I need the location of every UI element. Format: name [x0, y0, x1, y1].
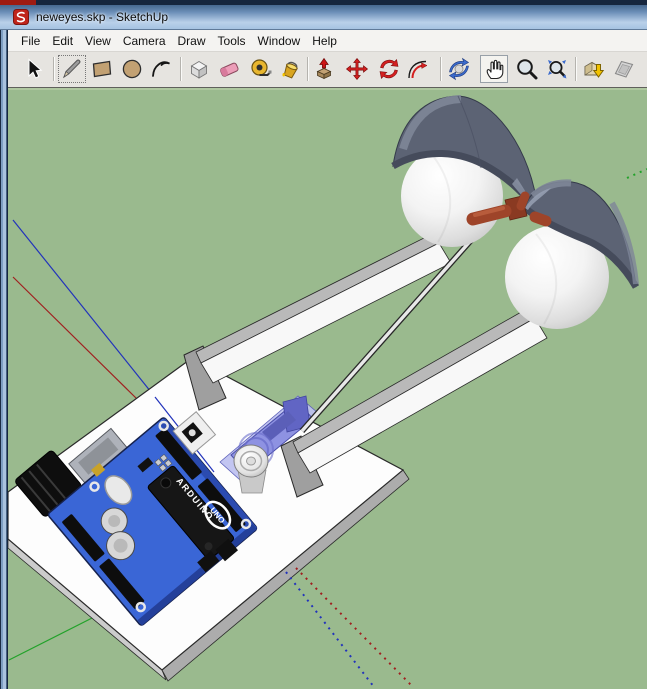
- zoom-tool-button[interactable]: [513, 55, 541, 83]
- toolbar-separator: [307, 57, 309, 81]
- push-pull-icon: [316, 57, 332, 80]
- toolbar-separator: [575, 57, 577, 81]
- pencil-icon: [63, 59, 81, 79]
- orbit-tool-button[interactable]: [445, 55, 473, 83]
- menu-file[interactable]: File: [16, 32, 45, 50]
- rotate-arrows-icon: [379, 58, 399, 80]
- select-arrow-icon: [28, 58, 43, 79]
- sketchup-window: neweyes.skp - SketchUp File Edit View Ca…: [0, 0, 647, 689]
- rectangle-tool-button[interactable]: [88, 55, 116, 83]
- toolbar: [8, 52, 647, 88]
- window-title: neweyes.skp - SketchUp: [36, 10, 169, 24]
- eraser-icon: [220, 62, 239, 77]
- get-models-tool-button[interactable]: [580, 55, 608, 83]
- window-left-border: [0, 30, 8, 689]
- paint-bucket-tool-button[interactable]: [277, 55, 305, 83]
- offset-tool-button[interactable]: [403, 55, 431, 83]
- tape-measure-tool-button[interactable]: [247, 55, 275, 83]
- pan-hand-icon: [486, 59, 504, 80]
- menu-tools[interactable]: Tools: [213, 32, 251, 50]
- toolbar-separator: [53, 57, 55, 81]
- titlebar[interactable]: neweyes.skp - SketchUp: [0, 5, 647, 30]
- component-box-icon: [190, 60, 208, 79]
- zoom-extents-icon: [548, 60, 567, 79]
- share-model-tool-button[interactable]: [610, 55, 638, 83]
- menubar: File Edit View Camera Draw Tools Window …: [8, 30, 647, 52]
- orbit-icon: [448, 57, 470, 81]
- menu-camera[interactable]: Camera: [118, 32, 171, 50]
- zoom-extents-tool-button[interactable]: [543, 55, 571, 83]
- toolbar-separator: [180, 57, 182, 81]
- menu-draw[interactable]: Draw: [173, 32, 211, 50]
- pan-tool-button[interactable]: [480, 55, 508, 83]
- get-models-icon: [584, 61, 605, 78]
- arc-icon: [152, 61, 170, 77]
- offset-arrow-icon: [408, 60, 428, 79]
- move-arrows-icon: [345, 57, 369, 81]
- rectangle-icon: [92, 60, 112, 78]
- menu-edit[interactable]: Edit: [47, 32, 78, 50]
- sketchup-logo-icon: [13, 9, 29, 25]
- viewport-canvas[interactable]: ARDUINO UNO: [8, 88, 647, 689]
- move-tool-button[interactable]: [343, 55, 371, 83]
- toolbar-separator: [440, 57, 442, 81]
- viewport[interactable]: ARDUINO UNO: [8, 88, 647, 689]
- tape-measure-icon: [251, 59, 272, 76]
- menu-window[interactable]: Window: [253, 32, 306, 50]
- make-component-tool-button[interactable]: [185, 55, 213, 83]
- rotate-tool-button[interactable]: [375, 55, 403, 83]
- zoom-magnifier-icon: [517, 59, 538, 80]
- share-model-icon: [614, 60, 634, 78]
- circle-icon: [122, 59, 142, 79]
- menu-view[interactable]: View: [80, 32, 116, 50]
- menu-help[interactable]: Help: [307, 32, 342, 50]
- push-pull-tool-button[interactable]: [310, 55, 338, 83]
- circle-tool-button[interactable]: [118, 55, 146, 83]
- viewport-top-edge: [8, 88, 647, 90]
- select-tool-button[interactable]: [20, 55, 48, 83]
- eraser-tool-button[interactable]: [215, 55, 243, 83]
- paint-bucket-icon: [282, 61, 298, 79]
- arc-tool-button[interactable]: [147, 55, 175, 83]
- line-tool-button[interactable]: [58, 55, 86, 83]
